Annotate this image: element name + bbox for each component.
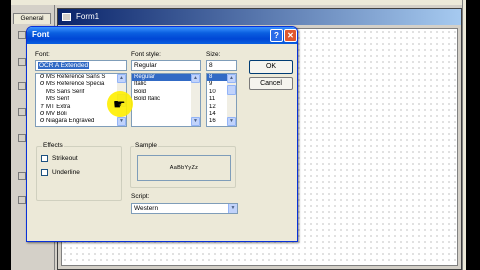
image-tool-icon[interactable]	[18, 172, 26, 180]
help-button[interactable]: ?	[270, 29, 283, 42]
font-list-item-label: MV Boli	[46, 110, 67, 117]
form-titlebar: Form1	[58, 9, 461, 25]
strikeout-checkbox[interactable]	[41, 155, 48, 162]
size-item[interactable]: 14	[207, 111, 227, 118]
scroll-down-arrow-icon[interactable]: ▼	[191, 117, 200, 126]
style-list-scrollbar[interactable]: ▲ ▼	[191, 74, 200, 126]
font-style-label: Font style:	[131, 51, 161, 58]
script-value: Western	[134, 205, 159, 212]
form-title: Form1	[76, 12, 100, 21]
script-select[interactable]: Western ▼	[131, 203, 238, 214]
font-list-item[interactable]: O Niagara Engraved	[36, 118, 126, 125]
size-list[interactable]: 8 9 10 11 12 14 16 ▲ ▼	[206, 73, 237, 127]
size-item[interactable]: 11	[207, 96, 227, 103]
chevron-down-icon[interactable]: ▼	[228, 204, 237, 213]
size-item[interactable]: 10	[207, 89, 227, 96]
ok-button[interactable]: OK	[249, 60, 293, 74]
opentype-font-icon: O	[39, 110, 45, 117]
font-style-item[interactable]: Bold	[132, 89, 191, 96]
opentype-font-icon: O	[39, 118, 45, 125]
form-icon	[62, 13, 71, 21]
font-list-item[interactable]: O MS Reference Specia	[36, 81, 126, 88]
scroll-down-arrow-icon[interactable]: ▼	[227, 117, 236, 126]
font-list-item-label: MS Reference Specia	[46, 81, 105, 88]
font-style-input[interactable]: Regular	[131, 60, 201, 71]
size-list-scrollbar[interactable]: ▲ ▼	[227, 74, 236, 126]
scroll-up-arrow-icon[interactable]: ▲	[227, 74, 236, 83]
scroll-thumb[interactable]	[227, 85, 236, 95]
truetype-font-icon: T	[40, 103, 44, 110]
font-style-item[interactable]: Bold Italic	[132, 96, 191, 103]
font-name-value: OCR A Extended	[38, 62, 90, 69]
pointer-tool-icon[interactable]	[18, 31, 26, 39]
script-label: Script:	[131, 193, 150, 200]
cancel-button[interactable]: Cancel	[249, 77, 293, 90]
listbox-tool-icon[interactable]	[18, 108, 26, 116]
font-list-item-label: MS Reference Sans S	[46, 74, 106, 80]
font-list-item[interactable]: O MS Reference Sans S	[36, 74, 126, 81]
font-style-list[interactable]: Regular Italic Bold Bold Italic ▲ ▼	[131, 73, 201, 127]
font-style-item[interactable]: Italic	[132, 81, 191, 88]
size-input[interactable]: 8	[206, 60, 237, 71]
sample-label: Sample	[134, 142, 159, 150]
scroll-up-arrow-icon[interactable]: ▲	[117, 74, 126, 83]
size-item[interactable]: 9	[207, 81, 227, 88]
strikeout-label: Strikeout	[52, 155, 78, 162]
close-button[interactable]: ✕	[284, 29, 297, 42]
effects-label: Effects	[42, 142, 64, 150]
dialog-titlebar[interactable]: Font ? ✕	[27, 27, 297, 44]
scroll-up-arrow-icon[interactable]: ▲	[191, 74, 200, 83]
data-tool-icon[interactable]	[18, 196, 26, 204]
hand-cursor-icon: ☛	[113, 96, 126, 112]
underline-checkbox[interactable]	[41, 169, 48, 176]
opentype-font-icon: O	[39, 81, 45, 88]
font-list-item-label: MS Serif	[46, 96, 70, 103]
checkbox-tool-icon[interactable]	[18, 82, 26, 90]
size-item[interactable]: 16	[207, 118, 227, 125]
timer-tool-icon[interactable]	[18, 134, 26, 142]
font-list-item-label: Niagara Engraved	[46, 118, 95, 125]
opentype-font-icon: O	[39, 74, 45, 80]
font-style-item[interactable]: Regular	[132, 74, 191, 82]
font-list-item-label: MS Sans Serif	[46, 88, 85, 95]
scroll-down-arrow-icon[interactable]: ▼	[117, 117, 126, 126]
underline-label: Underline	[52, 169, 80, 176]
font-list-item-label: MT Extra	[46, 103, 71, 110]
right-panel-strip	[462, 0, 466, 270]
sample-preview: AaBbYyZz	[137, 155, 231, 181]
font-dialog: Font ? ✕ Font: OCR A Extended O MS Refere…	[26, 26, 298, 242]
textbox-tool-icon[interactable]	[18, 58, 26, 66]
size-label: Size:	[206, 51, 221, 58]
size-item[interactable]: 8	[207, 74, 227, 82]
dialog-title: Font	[32, 30, 50, 39]
size-item[interactable]: 12	[207, 104, 227, 111]
font-label: Font:	[35, 51, 50, 58]
font-name-input[interactable]: OCR A Extended	[35, 60, 127, 71]
ide-top-strip	[11, 0, 466, 5]
toolbox-tab-general[interactable]: General	[13, 13, 51, 24]
